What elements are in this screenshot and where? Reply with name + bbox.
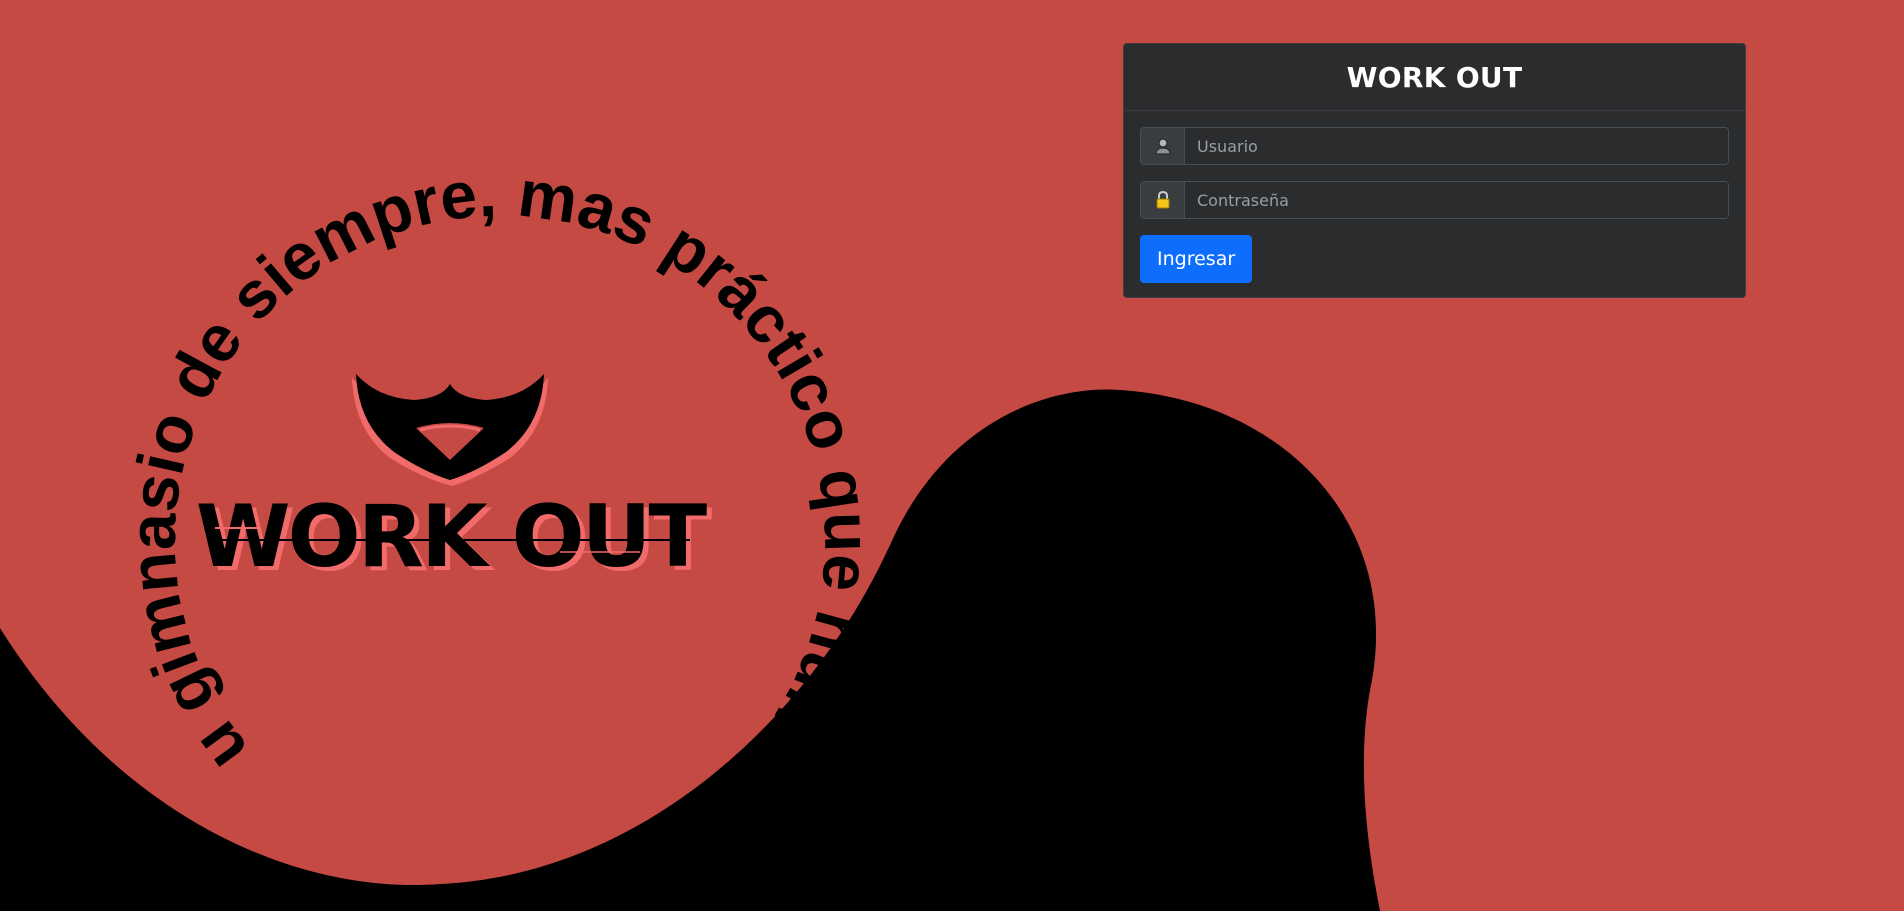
password-input[interactable] — [1185, 182, 1728, 218]
hero-logo: Tu gimnasio de siempre, mas práctico que… — [0, 0, 885, 785]
login-title: WORK OUT — [1124, 44, 1745, 111]
username-input[interactable] — [1185, 128, 1728, 164]
brand-wordmark: WORK OUT WORK OUT — [196, 487, 716, 591]
user-icon — [1141, 128, 1185, 164]
login-form: Ingresar — [1124, 111, 1745, 283]
login-card: WORK OUT Ingresar — [1123, 43, 1746, 298]
username-group — [1140, 127, 1729, 165]
lock-icon — [1141, 182, 1185, 218]
mustache-icon — [352, 374, 548, 486]
svg-text:WORK OUT: WORK OUT — [196, 487, 708, 587]
submit-button[interactable]: Ingresar — [1140, 235, 1253, 283]
password-group — [1140, 181, 1729, 219]
